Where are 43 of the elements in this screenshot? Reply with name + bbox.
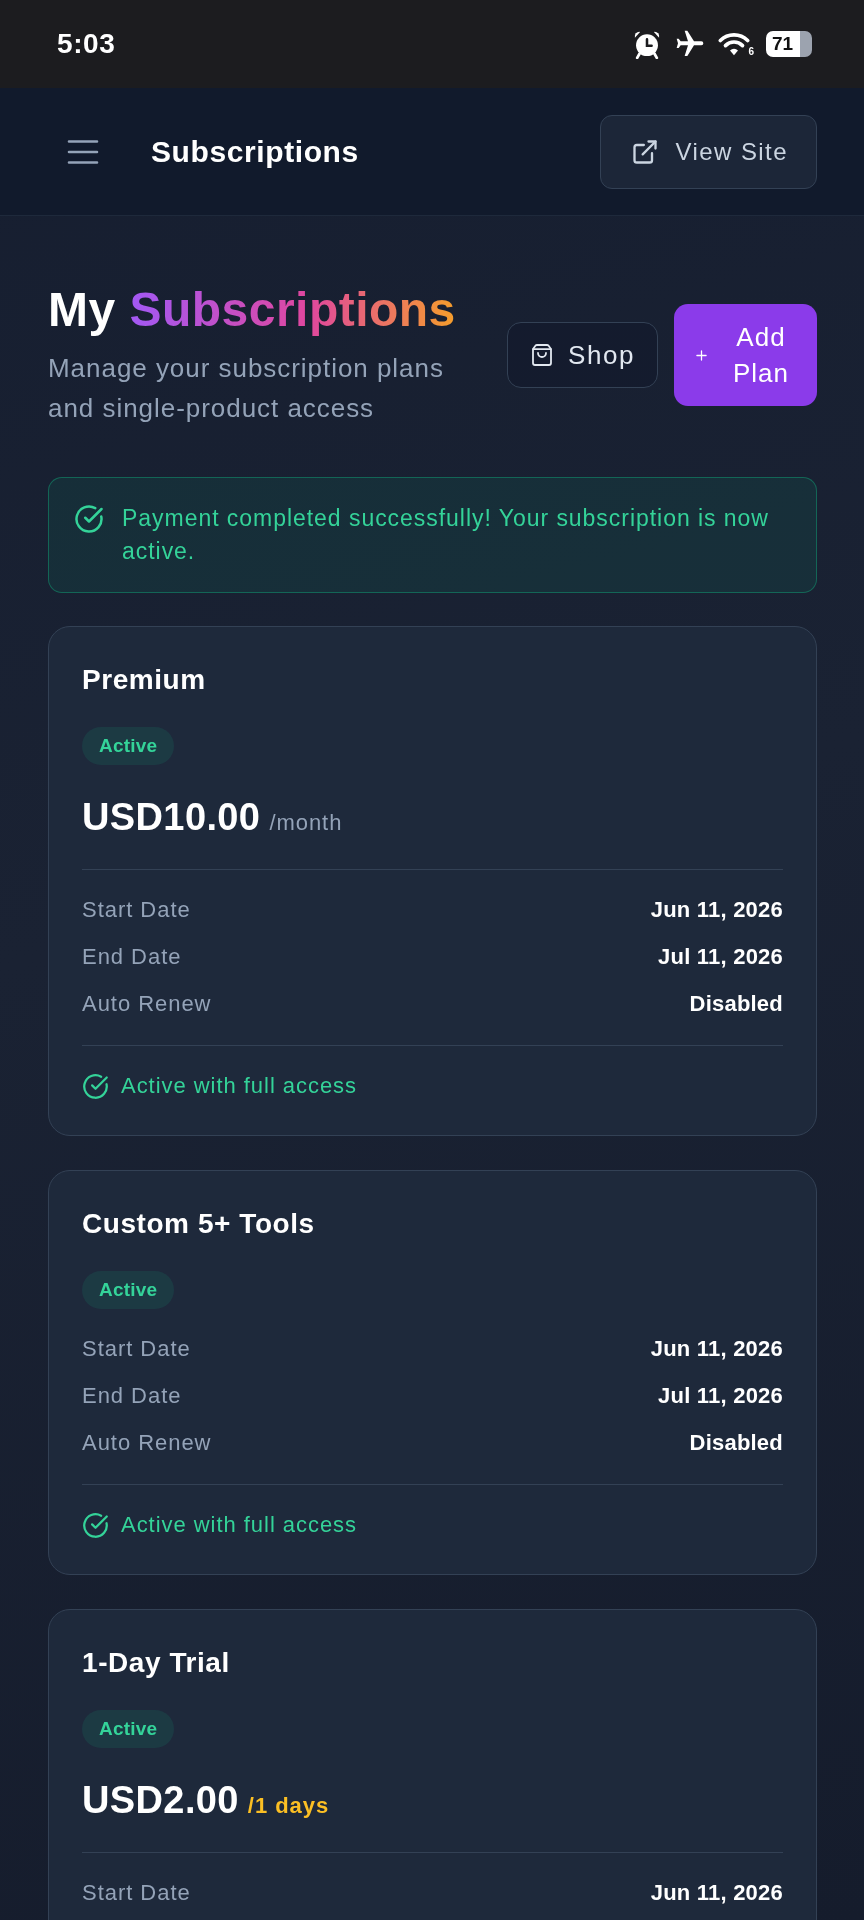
external-link-icon	[631, 137, 660, 166]
battery-indicator: 71	[766, 31, 812, 57]
detail-value: Disabled	[689, 990, 783, 1017]
plan-name: Premium	[82, 663, 207, 697]
access-status-text: Active with full access	[121, 1512, 358, 1538]
plan-price: USD2.00	[82, 1778, 239, 1823]
shopping-bag-icon	[530, 343, 555, 367]
shop-button[interactable]: Shop	[507, 322, 658, 388]
check-circle-icon	[82, 1072, 109, 1100]
plan-name: 1-Day Trial	[82, 1646, 231, 1680]
check-circle-icon	[74, 504, 104, 534]
page-subtitle: Manage your subscription plans and single-product access	[48, 352, 445, 425]
detail-label: Start Date	[82, 1335, 191, 1362]
detail-value: Jul 11, 2026	[658, 1382, 783, 1409]
detail-label: Start Date	[82, 896, 191, 923]
alert-message: Payment completed successfully! Your subscription is now active.	[122, 504, 770, 566]
detail-value: Jun 11, 2026	[650, 1879, 783, 1906]
wifi-standard-label: 6	[748, 46, 754, 57]
status-time: 5:03	[57, 28, 116, 60]
detail-label: Auto Renew	[82, 990, 212, 1017]
status-badge: Active	[82, 727, 175, 765]
status-badge: Active	[82, 1271, 175, 1309]
detail-value: Jul 11, 2026	[658, 943, 783, 970]
detail-value: Jun 11, 2026	[650, 1335, 783, 1362]
menu-icon[interactable]	[67, 138, 99, 165]
wifi-icon	[718, 31, 751, 57]
detail-value: Disabled	[689, 1429, 783, 1456]
page-header-title: Subscriptions	[151, 134, 359, 169]
plan-price: USD10.00	[82, 795, 261, 840]
plan-name: Custom 5+ Tools	[82, 1207, 316, 1241]
status-badge: Active	[82, 1710, 175, 1748]
plus-icon	[696, 349, 707, 361]
check-circle-icon	[82, 1511, 109, 1539]
billing-period: /month	[269, 809, 343, 837]
detail-label: End Date	[82, 1382, 182, 1409]
billing-period: /1 days	[247, 1792, 330, 1820]
detail-label: End Date	[82, 943, 182, 970]
add-plan-button[interactable]: Add Plan	[674, 304, 817, 406]
detail-label: Start Date	[82, 1879, 191, 1906]
detail-label: Auto Renew	[82, 1429, 212, 1456]
view-site-button[interactable]: View Site	[600, 114, 817, 189]
access-status-text: Active with full access	[121, 1073, 358, 1099]
detail-value: Jun 11, 2026	[650, 896, 783, 923]
